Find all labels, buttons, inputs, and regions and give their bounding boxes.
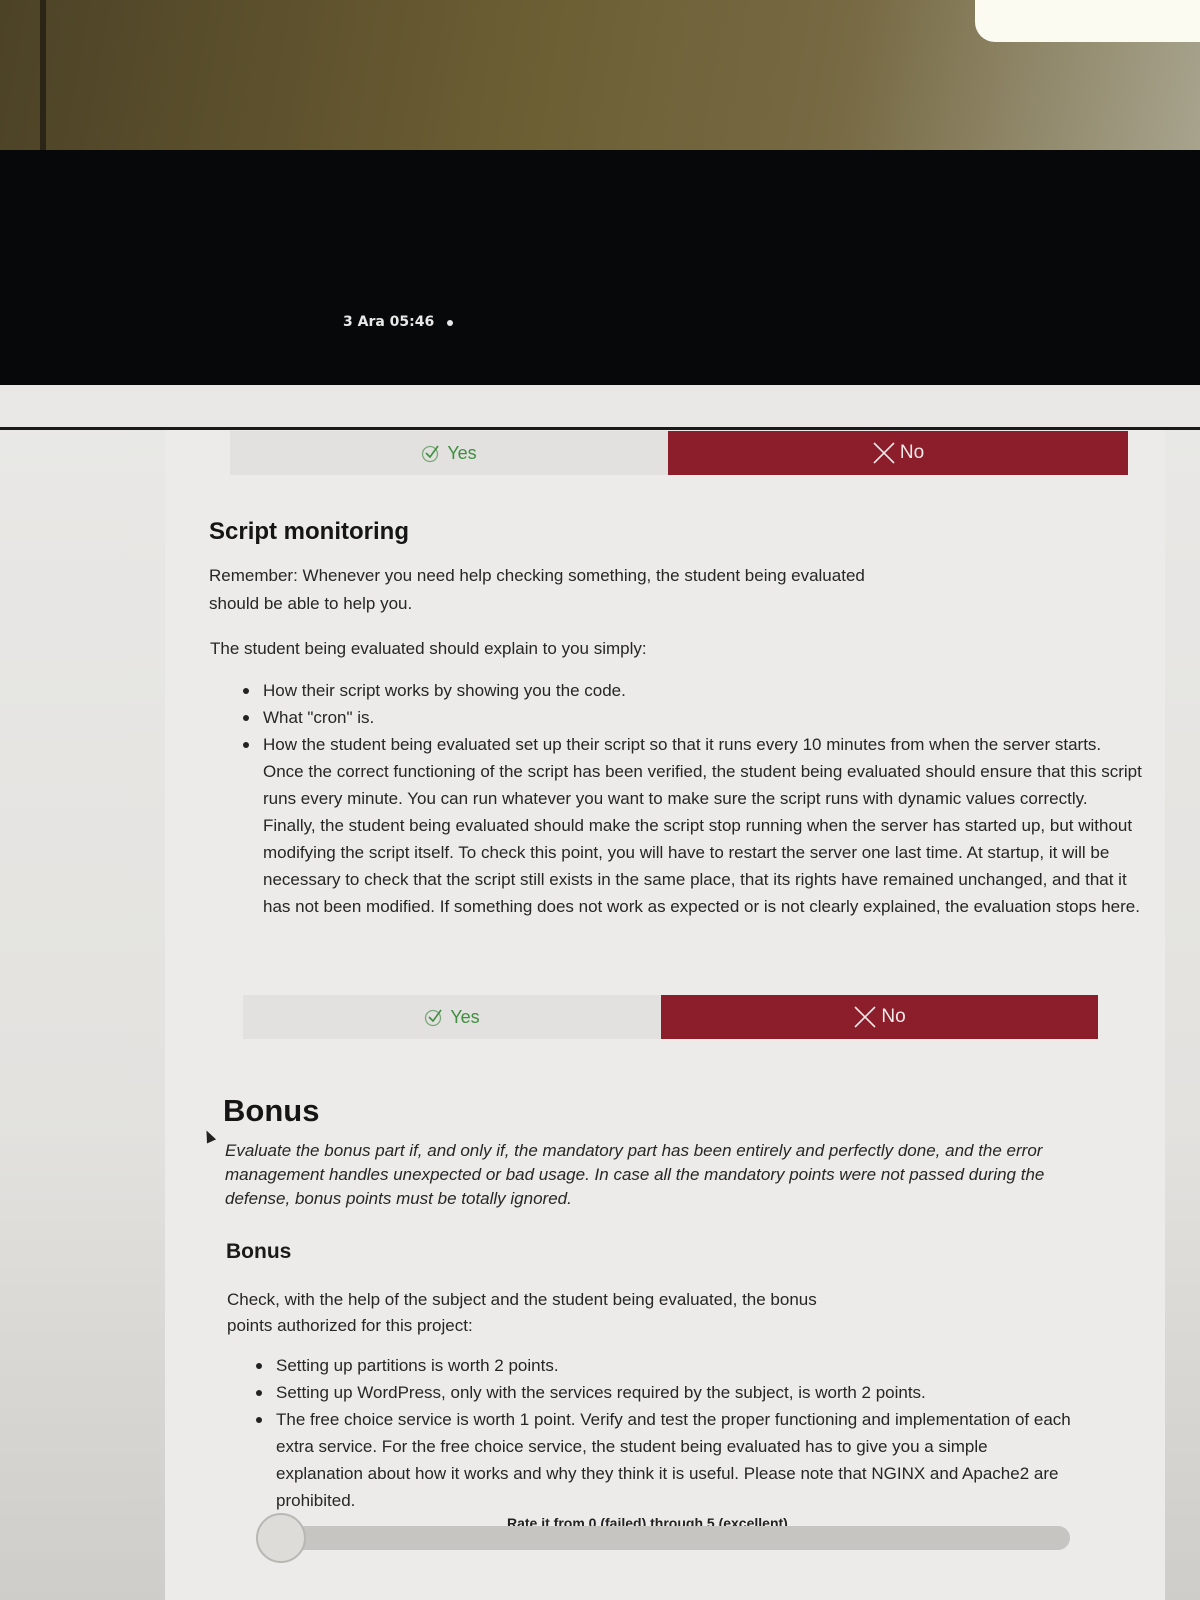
script-yes-label: Yes — [450, 1006, 480, 1027]
check-icon — [424, 1007, 444, 1027]
top-yes-no-row: Yes No — [230, 431, 1128, 477]
remember-line-2: should be able to help you. — [209, 594, 413, 613]
explain-intro: The student being evaluated should expla… — [210, 639, 647, 658]
list-item: What "cron" is. — [243, 704, 1143, 731]
top-no-button[interactable]: No — [668, 431, 1128, 475]
bonus-check-line-1: Check, with the help of the subject and … — [227, 1290, 817, 1309]
bonus-section-title: Bonus — [223, 1093, 320, 1128]
script-no-label: No — [881, 1006, 906, 1027]
bonus-subtitle: Bonus — [226, 1240, 292, 1263]
script-yes-button[interactable]: Yes — [243, 995, 661, 1039]
rating-slider-knob[interactable] — [256, 1513, 306, 1563]
script-no-button[interactable]: No — [661, 995, 1098, 1039]
check-icon — [421, 443, 441, 463]
bonus-description: Evaluate the bonus part if, and only if,… — [225, 1141, 1045, 1208]
list-item: The free choice service is worth 1 point… — [256, 1406, 1076, 1514]
top-no-label: No — [899, 442, 925, 463]
list-item: How the student being evaluated set up t… — [243, 731, 1143, 920]
script-monitoring-list: How their script works by showing you th… — [243, 677, 1143, 920]
top-yes-button[interactable]: Yes — [230, 431, 668, 475]
cross-icon — [853, 1005, 877, 1029]
cross-icon — [872, 441, 896, 465]
remember-line-1: Remember: Whenever you need help checkin… — [209, 566, 865, 585]
list-item: Setting up WordPress, only with the serv… — [256, 1379, 1076, 1406]
status-dot-icon — [447, 320, 453, 326]
rating-slider-track[interactable] — [280, 1526, 1070, 1550]
script-monitoring-title: Script monitoring — [209, 518, 409, 545]
list-item: How their script works by showing you th… — [243, 677, 1143, 704]
list-item: Setting up partitions is worth 2 points. — [256, 1352, 1076, 1379]
ceiling-light — [975, 0, 1200, 42]
top-yes-label: Yes — [447, 442, 477, 463]
system-clock: 3 Ara 05:46 — [343, 314, 435, 330]
bonus-check-line-2: points authorized for this project: — [227, 1316, 473, 1335]
wall-cable — [40, 0, 46, 160]
script-yes-no-row: Yes No — [243, 995, 1098, 1041]
bonus-points-list: Setting up partitions is worth 2 points.… — [256, 1352, 1076, 1514]
system-top-bar — [0, 150, 1200, 385]
